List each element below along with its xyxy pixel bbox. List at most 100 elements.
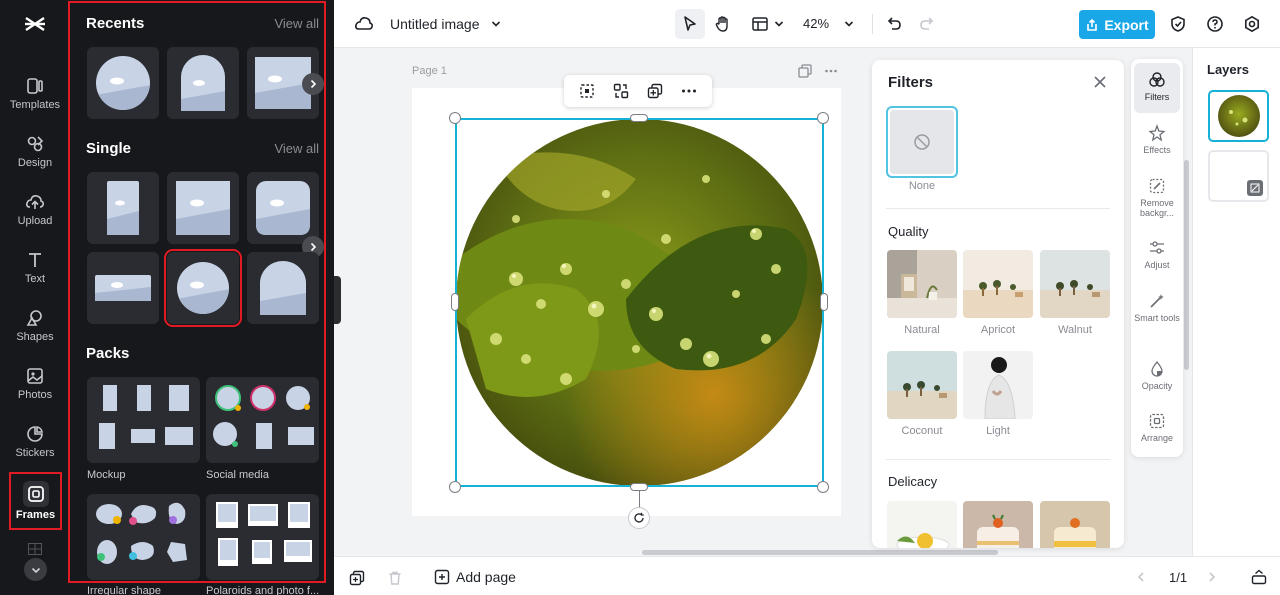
- filter-coconut[interactable]: [887, 351, 957, 419]
- help-button[interactable]: [1203, 12, 1227, 36]
- frame-thumbnail: [95, 275, 151, 301]
- rail-item-frames[interactable]: Frames: [9, 472, 62, 530]
- document-title[interactable]: Untitled image: [390, 16, 480, 32]
- single-frame-circle-selected[interactable]: [164, 249, 242, 327]
- recent-frame-arch[interactable]: [167, 47, 239, 119]
- rail-more-button[interactable]: [24, 558, 47, 581]
- filter-apricot[interactable]: [963, 250, 1033, 318]
- layout-button[interactable]: [748, 12, 772, 36]
- filter-light-label: Light: [986, 425, 1010, 437]
- close-icon[interactable]: [1092, 74, 1108, 90]
- tool-remove-background[interactable]: Remove backgr...: [1134, 169, 1180, 219]
- single-view-all-link[interactable]: View all: [274, 141, 319, 156]
- resize-handle-top[interactable]: [630, 114, 648, 122]
- filter-light[interactable]: [963, 351, 1033, 419]
- crop-select-icon[interactable]: [578, 82, 596, 100]
- chevron-left-icon[interactable]: [1135, 571, 1147, 583]
- pack-label-social-media: Social media: [206, 469, 269, 481]
- resize-handle-bottom-right[interactable]: [817, 481, 829, 493]
- filter-delicacy-3[interactable]: [1040, 501, 1110, 548]
- duplicate-page-icon[interactable]: [349, 570, 365, 586]
- single-frame-square[interactable]: [167, 172, 239, 244]
- add-page-label: Add page: [456, 569, 516, 585]
- chevron-right-icon: [310, 242, 317, 252]
- frames-icon: [27, 486, 44, 502]
- frame-thumbnail: [181, 55, 225, 111]
- settings-button[interactable]: [1240, 12, 1264, 36]
- single-title: Single: [86, 140, 132, 157]
- pack-mockup[interactable]: [87, 377, 200, 463]
- single-frame-portrait[interactable]: [87, 172, 159, 244]
- resize-handle-bottom-left[interactable]: [449, 481, 461, 493]
- cursor-icon: [684, 16, 696, 31]
- more-icon[interactable]: [824, 64, 838, 78]
- hand-tool-button[interactable]: [711, 12, 735, 36]
- chevron-down-icon[interactable]: [773, 18, 785, 30]
- layer-background[interactable]: [1208, 150, 1269, 202]
- tool-arrange[interactable]: Arrange: [1134, 404, 1180, 454]
- zoom-level[interactable]: 42%: [803, 16, 829, 31]
- shield-button[interactable]: [1166, 12, 1190, 36]
- pack-social-media[interactable]: [206, 377, 319, 463]
- help-icon: [1207, 16, 1223, 32]
- resize-handle-bottom[interactable]: [630, 483, 648, 491]
- page-label: Page 1: [412, 65, 447, 77]
- canvas-horizontal-scrollbar[interactable]: [642, 550, 998, 555]
- collapse-pages-icon[interactable]: [1251, 569, 1267, 585]
- layer-photo[interactable]: [1208, 90, 1269, 142]
- pack-irregular-shape[interactable]: [87, 494, 200, 580]
- panel-collapse-handle[interactable]: [334, 276, 341, 324]
- rail-item-photos[interactable]: Photos: [2, 366, 68, 418]
- select-tool-button[interactable]: [675, 9, 705, 39]
- duplicate-icon[interactable]: [646, 82, 664, 100]
- single-frame-landscape[interactable]: [87, 252, 159, 324]
- duplicate-page-icon[interactable]: [798, 64, 812, 78]
- shapes-icon: [26, 310, 42, 326]
- filter-walnut[interactable]: [1040, 250, 1110, 318]
- filters-scrollbar[interactable]: [1184, 160, 1189, 370]
- rail-item-design[interactable]: Design: [2, 134, 68, 186]
- tool-smart-tools[interactable]: Smart tools: [1134, 284, 1180, 334]
- capcut-logo[interactable]: [23, 12, 47, 36]
- trash-icon[interactable]: [387, 570, 403, 586]
- tool-label-filters: Filters: [1144, 92, 1170, 102]
- recent-frame-circle[interactable]: [87, 47, 159, 119]
- rail-item-templates[interactable]: Templates: [2, 76, 68, 128]
- filter-natural[interactable]: [887, 250, 957, 318]
- selection-box[interactable]: [455, 118, 824, 487]
- filter-none-option[interactable]: [886, 106, 958, 178]
- filters-divider: [886, 208, 1110, 209]
- recents-view-all-link[interactable]: View all: [274, 16, 319, 31]
- rail-item-shapes[interactable]: Shapes: [2, 308, 68, 360]
- undo-button[interactable]: [882, 12, 906, 36]
- resize-handle-top-right[interactable]: [817, 112, 829, 124]
- cloud-sync-icon[interactable]: [354, 14, 374, 34]
- adjust-icon: [1150, 241, 1164, 254]
- replace-icon[interactable]: [612, 82, 630, 100]
- export-button[interactable]: Export: [1079, 10, 1155, 39]
- redo-button[interactable]: [915, 12, 939, 36]
- add-page-button[interactable]: Add page: [434, 569, 516, 585]
- chevron-right-icon[interactable]: [1206, 571, 1218, 583]
- tool-adjust[interactable]: Adjust: [1134, 231, 1180, 281]
- recents-scroll-right-button[interactable]: [302, 73, 324, 95]
- chevron-down-icon[interactable]: [490, 18, 502, 30]
- tool-filters[interactable]: Filters: [1134, 63, 1180, 113]
- resize-handle-left[interactable]: [451, 293, 459, 311]
- rotate-handle[interactable]: [628, 507, 650, 529]
- resize-handle-top-left[interactable]: [449, 112, 461, 124]
- filter-delicacy-1[interactable]: [887, 501, 957, 548]
- more-icon[interactable]: [680, 82, 698, 100]
- rail-item-upload[interactable]: Upload: [2, 192, 68, 244]
- single-frame-rounded[interactable]: [247, 172, 319, 244]
- chevron-down-icon[interactable]: [843, 18, 855, 30]
- single-frame-arch[interactable]: [247, 252, 319, 324]
- resize-handle-right[interactable]: [820, 293, 828, 311]
- filter-thumbnail: [963, 501, 1033, 548]
- pack-polaroids[interactable]: [206, 494, 319, 580]
- rail-item-text[interactable]: Text: [2, 250, 68, 302]
- tool-opacity[interactable]: Opacity: [1134, 352, 1180, 402]
- filter-delicacy-2[interactable]: [963, 501, 1033, 548]
- rail-item-stickers[interactable]: Stickers: [2, 424, 68, 476]
- tool-effects[interactable]: Effects: [1134, 116, 1180, 166]
